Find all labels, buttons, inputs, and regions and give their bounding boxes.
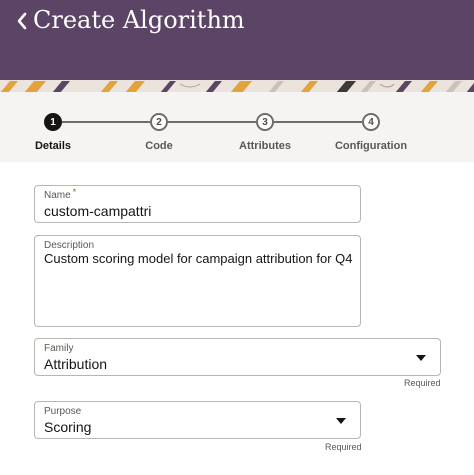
family-field-label: Family xyxy=(44,343,74,354)
purpose-selected-value: Scoring xyxy=(44,419,92,435)
chevron-down-icon[interactable] xyxy=(416,355,426,361)
step-label-details[interactable]: Details xyxy=(35,140,71,152)
description-field[interactable]: Description Custom scoring model for cam… xyxy=(34,235,361,327)
decorative-pattern-band xyxy=(0,80,474,92)
step-4-indicator[interactable]: 4 xyxy=(362,113,380,131)
step-connector xyxy=(274,121,362,123)
step-label-configuration[interactable]: Configuration xyxy=(335,140,407,152)
page-header: Create Algorithm xyxy=(0,0,474,80)
family-selected-value: Attribution xyxy=(44,356,108,372)
step-2-indicator[interactable]: 2 xyxy=(150,113,168,131)
step-label-code[interactable]: Code xyxy=(145,140,173,152)
step-1-indicator[interactable]: 1 xyxy=(44,113,62,131)
step-connector xyxy=(62,121,150,123)
family-required-note: Required xyxy=(404,378,441,388)
step-connector xyxy=(168,121,256,123)
required-indicator: * xyxy=(72,187,77,197)
description-textarea[interactable]: Custom scoring model for campaign attrib… xyxy=(44,251,353,266)
page-title: Create Algorithm xyxy=(33,6,245,34)
purpose-select[interactable]: Purpose Scoring xyxy=(34,401,361,439)
name-field[interactable]: Name * custom-campattri xyxy=(34,185,361,223)
step-label-attributes[interactable]: Attributes xyxy=(239,140,291,152)
chevron-left-icon xyxy=(17,12,27,30)
step-3-indicator[interactable]: 3 xyxy=(256,113,274,131)
family-select[interactable]: Family Attribution xyxy=(34,338,441,376)
name-input[interactable]: custom-campattri xyxy=(44,203,151,219)
back-button[interactable] xyxy=(12,8,32,34)
chevron-down-icon[interactable] xyxy=(336,418,346,424)
purpose-field-label: Purpose xyxy=(44,406,82,417)
description-field-label: Description xyxy=(44,240,95,251)
name-field-label: Name * xyxy=(44,187,77,201)
purpose-required-note: Required xyxy=(325,442,362,452)
